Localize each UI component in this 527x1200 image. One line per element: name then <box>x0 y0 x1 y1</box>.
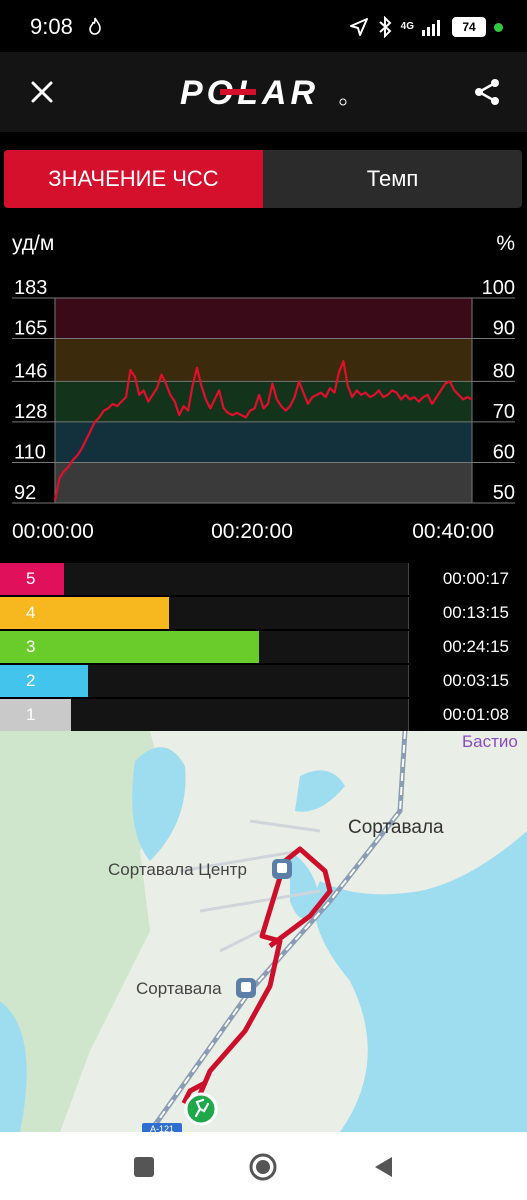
y-tick-left: 165 <box>14 318 47 340</box>
zone-time: 00:00:17 <box>408 563 527 595</box>
status-bar: 9:08 4G 74 <box>0 0 527 52</box>
privacy-dot-icon <box>494 22 503 32</box>
chart-zone-band <box>55 462 472 503</box>
close-icon <box>31 81 53 103</box>
zone-label: 5 <box>0 563 62 595</box>
zone-label: 2 <box>0 665 62 697</box>
battery-indicator: 74 <box>452 17 486 37</box>
zone-track <box>62 665 408 697</box>
zone-bar <box>62 563 64 595</box>
zone-bar <box>62 597 169 629</box>
recents-button[interactable] <box>127 1150 161 1184</box>
heart-rate-chart-svg: уд/м % 183 100 165 90 146 80 128 70 110 60 92 50 00:… <box>12 232 515 543</box>
x-tick-label: 00:00:00 <box>12 520 94 543</box>
zone-time: 00:01:08 <box>408 699 527 731</box>
zone-number: 2 <box>26 671 36 690</box>
heart-rate-zones: 5 00:00:17 4 00:13:15 3 00:24:15 2 00:03:15 1 00:… <box>0 563 527 731</box>
y-tick-left: 183 <box>14 277 47 299</box>
chart-zone-band <box>55 381 472 422</box>
zone-row-5: 5 00:00:17 <box>0 563 527 595</box>
square-recents-icon <box>134 1157 154 1177</box>
circle-home-icon <box>249 1153 277 1181</box>
zone-label: 1 <box>0 699 62 731</box>
zone-time: 00:03:15 <box>408 665 527 697</box>
tab-pace[interactable]: Темп <box>263 150 522 208</box>
y-tick-right: 60 <box>493 441 515 463</box>
y-tick-right: 90 <box>493 318 515 340</box>
zone-label: 3 <box>0 631 62 663</box>
map-label-bastion: Бастио <box>462 732 518 751</box>
x-tick-label: 00:20:00 <box>211 520 293 543</box>
flame-icon <box>89 17 101 35</box>
location-arrow-icon <box>349 18 368 36</box>
route-map[interactable]: А-121 Сортавала Сортавала Центр Сортавал… <box>0 731 527 1132</box>
zone-number: 5 <box>26 569 36 588</box>
zone-number: 1 <box>26 705 36 724</box>
app-bar: POLAR <box>0 52 527 132</box>
home-button[interactable] <box>246 1150 280 1184</box>
share-button[interactable] <box>467 72 507 112</box>
bluetooth-icon <box>378 16 392 38</box>
y-tick-left: 110 <box>14 441 46 463</box>
back-button[interactable] <box>366 1150 400 1184</box>
zone-time: 00:24:15 <box>408 631 527 663</box>
chart-zone-band <box>55 298 472 339</box>
share-icon <box>475 79 499 105</box>
y-tick-right: 100 <box>482 277 515 299</box>
zone-time: 00:13:15 <box>408 597 527 629</box>
polar-logo: POLAR <box>180 74 347 110</box>
right-axis-unit: % <box>496 232 515 255</box>
zone-track <box>62 699 408 731</box>
chart-zone-band <box>55 421 472 463</box>
tab-heart-rate[interactable]: ЗНАЧЕНИЕ ЧСС <box>4 150 263 208</box>
map-label-sortavala-center: Сортавала Центр <box>108 860 247 879</box>
y-tick-right: 70 <box>493 401 515 423</box>
zone-number: 3 <box>26 637 36 656</box>
zone-row-2: 2 00:03:15 <box>0 665 527 697</box>
status-icons: 4G 74 <box>349 15 503 39</box>
zone-track <box>62 563 408 595</box>
map-canvas: А-121 Сортавала Сортавала Центр Сортавал… <box>0 731 527 1132</box>
zone-bar <box>62 631 259 663</box>
zone-row-1: 1 00:01:08 <box>0 699 527 731</box>
zone-bar <box>62 699 71 731</box>
network-type: 4G <box>400 21 414 32</box>
triangle-back-icon <box>375 1157 392 1177</box>
chart-tabs: ЗНАЧЕНИЕ ЧСС Темп <box>4 150 522 208</box>
y-tick-right: 50 <box>493 482 515 504</box>
road-label: А-121 <box>150 1124 174 1132</box>
y-tick-left: 146 <box>14 360 47 382</box>
system-nav-bar <box>0 1132 527 1200</box>
y-tick-right: 80 <box>493 360 515 382</box>
close-button[interactable] <box>22 72 62 112</box>
zone-bar <box>62 665 88 697</box>
x-tick-label: 00:40:00 <box>412 520 494 543</box>
map-label-sortavala-station: Сортавала <box>136 979 222 998</box>
y-tick-left: 92 <box>14 482 36 504</box>
zone-label: 4 <box>0 597 62 629</box>
left-axis-unit: уд/м <box>12 232 54 255</box>
zone-row-3: 3 00:24:15 <box>0 631 527 663</box>
status-time: 9:08 <box>30 14 73 39</box>
signal-icon <box>422 20 440 36</box>
map-label-sortavala-top: Сортавала <box>348 817 444 838</box>
y-tick-left: 128 <box>14 401 47 423</box>
chart-zone-band <box>55 338 472 382</box>
zone-number: 4 <box>26 603 36 622</box>
heart-rate-chart: уд/м % 183 100 165 90 146 80 128 70 110 60 92 50 00:… <box>0 208 527 563</box>
zone-row-4: 4 00:13:15 <box>0 597 527 629</box>
